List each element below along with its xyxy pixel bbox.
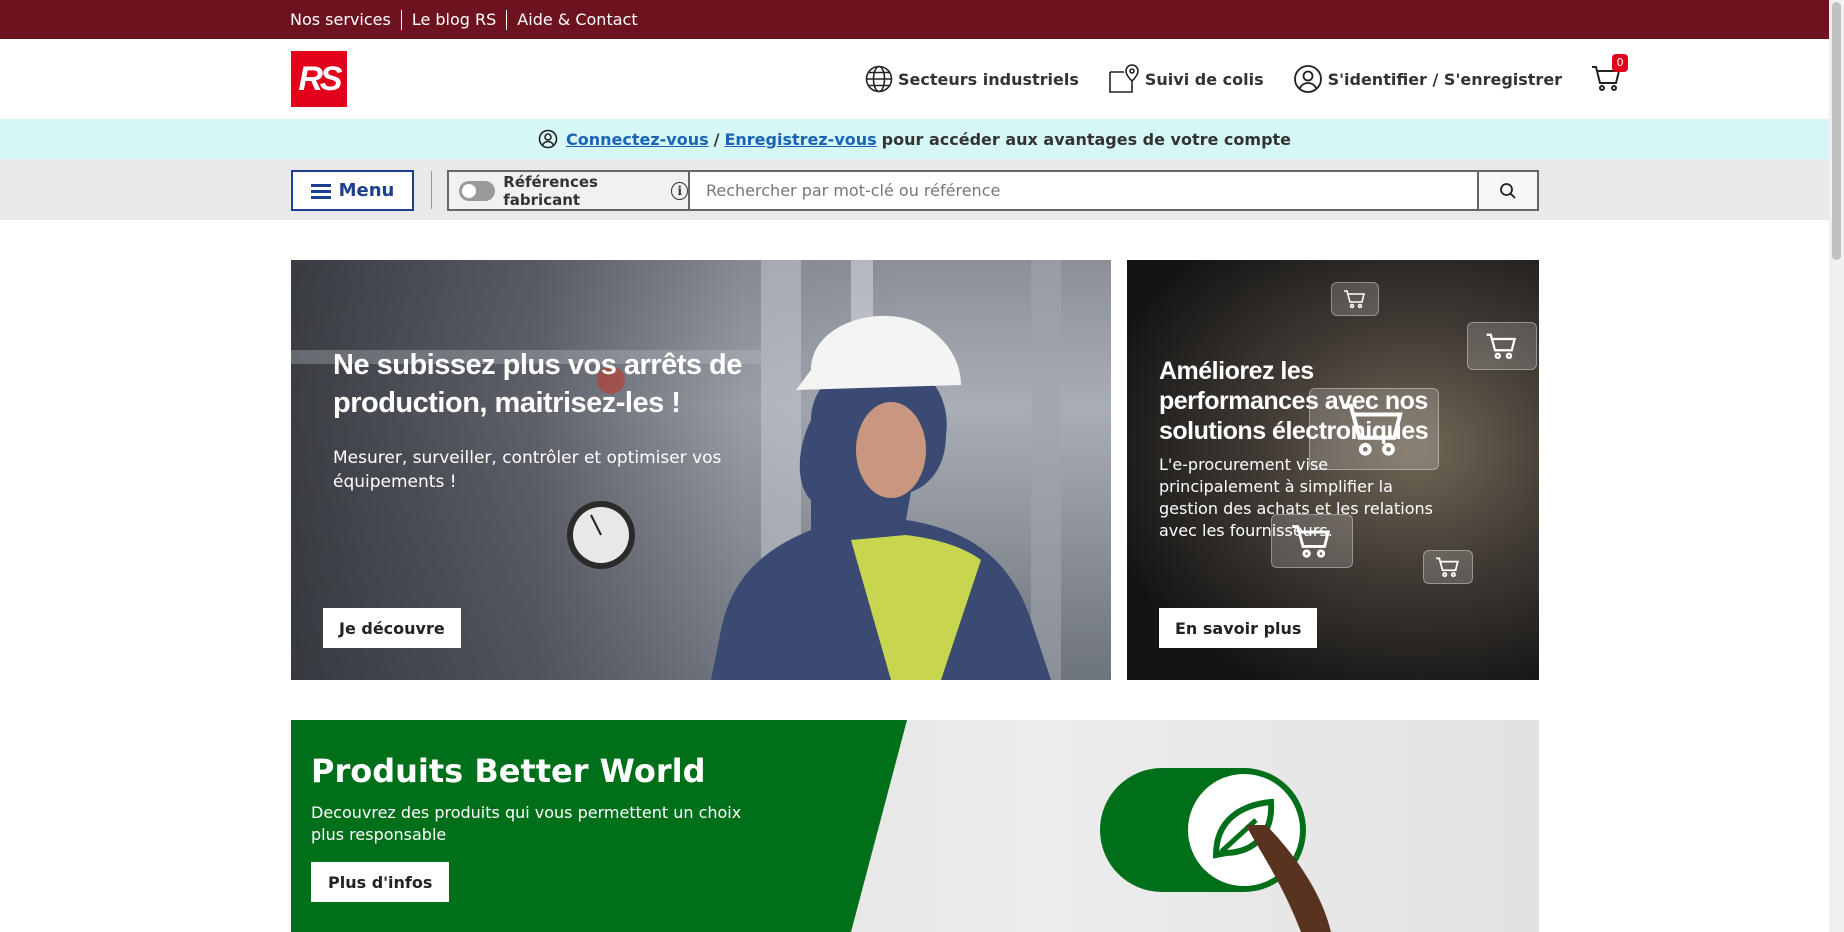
nav-account[interactable]: S'identifier / S'enregistrer xyxy=(1292,63,1562,95)
banner-text: pour accéder aux avantages de votre comp… xyxy=(881,129,1292,149)
nav-account-label: S'identifier / S'enregistrer xyxy=(1327,69,1563,89)
manufacturer-ref-toggle[interactable] xyxy=(459,180,496,201)
utility-link-services[interactable]: Nos services xyxy=(290,10,401,30)
rs-logo[interactable]: RS xyxy=(291,51,347,107)
account-banner: Connectez-vous / Enregistrez-vous pour a… xyxy=(0,119,1829,159)
utility-link-blog[interactable]: Le blog RS xyxy=(400,9,506,30)
cart-tile-icon xyxy=(1467,322,1537,370)
utility-bar: Nos services Le blog RS Aide & Contact xyxy=(0,0,1829,39)
nav-sectors[interactable]: Secteurs industriels xyxy=(864,64,1079,94)
hero-left-title: Ne subissez plus vos arrêts de productio… xyxy=(333,349,742,419)
cart-count-badge: 0 xyxy=(1612,54,1629,72)
scrollbar-thumb[interactable] xyxy=(1832,2,1841,260)
hero-banner-eprocurement[interactable]: Améliorez les performances avec nos solu… xyxy=(1127,260,1539,680)
manufacturer-ref-label: Références fabricant xyxy=(503,172,598,209)
manufacturer-ref-toggle-area: Références fabricant i xyxy=(449,172,690,209)
search-icon xyxy=(1500,182,1516,199)
cart-tile-icon xyxy=(1331,282,1379,316)
package-tracking-icon xyxy=(1109,64,1139,93)
search-row: Menu Références fabricant i xyxy=(0,159,1829,220)
better-world-title: Produits Better World xyxy=(311,752,706,790)
hero-right-cta-button[interactable]: En savoir plus xyxy=(1159,608,1318,648)
hero-banner-maintenance[interactable]: Ne subissez plus vos arrêts de productio… xyxy=(291,260,1111,680)
search-divider xyxy=(431,171,432,209)
hero-right-title: Améliorez les performances avec nos solu… xyxy=(1159,357,1429,445)
better-world-banner[interactable]: Produits Better World Decouvrez des prod… xyxy=(291,720,1539,932)
utility-links: Nos services Le blog RS Aide & Contact xyxy=(290,0,648,39)
menu-label: Menu xyxy=(338,180,395,201)
utility-link-help[interactable]: Aide & Contact xyxy=(506,9,647,30)
nav-tracking-label: Suivi de colis xyxy=(1144,69,1264,89)
user-circle-icon xyxy=(538,129,558,149)
nav-tracking[interactable]: Suivi de colis xyxy=(1107,63,1264,95)
hero-left-subtitle: Mesurer, surveiller, contrôler et optimi… xyxy=(333,448,722,492)
info-icon[interactable]: i xyxy=(671,181,688,200)
site-header: RS Secteurs industriels Suivi de colis S… xyxy=(0,39,1829,119)
page-scrollbar[interactable] xyxy=(1829,0,1844,932)
hamburger-icon xyxy=(310,183,331,199)
better-world-cta-button[interactable]: Plus d'infos xyxy=(311,862,450,902)
better-world-subtitle: Decouvrez des produits qui vous permette… xyxy=(311,803,742,844)
search-box: Références fabricant i xyxy=(447,170,1539,211)
cart-button[interactable]: 0 xyxy=(1590,54,1629,96)
menu-button[interactable]: Menu xyxy=(291,170,414,211)
login-link[interactable]: Connectez-vous xyxy=(566,130,709,149)
hero-left-cta-button[interactable]: Je découvre xyxy=(323,608,461,648)
globe-icon xyxy=(865,65,893,93)
search-input[interactable] xyxy=(690,172,1477,209)
user-icon xyxy=(1293,65,1322,93)
banner-separator: / xyxy=(713,129,720,149)
hero-right-subtitle: L'e-procurement vise principalement à si… xyxy=(1159,455,1433,540)
header-nav: Secteurs industriels Suivi de colis S'id… xyxy=(836,39,1629,119)
search-button[interactable] xyxy=(1477,172,1537,209)
register-link[interactable]: Enregistrez-vous xyxy=(724,130,876,149)
cart-tile-icon xyxy=(1423,550,1473,584)
nav-sectors-label: Secteurs industriels xyxy=(898,69,1079,89)
